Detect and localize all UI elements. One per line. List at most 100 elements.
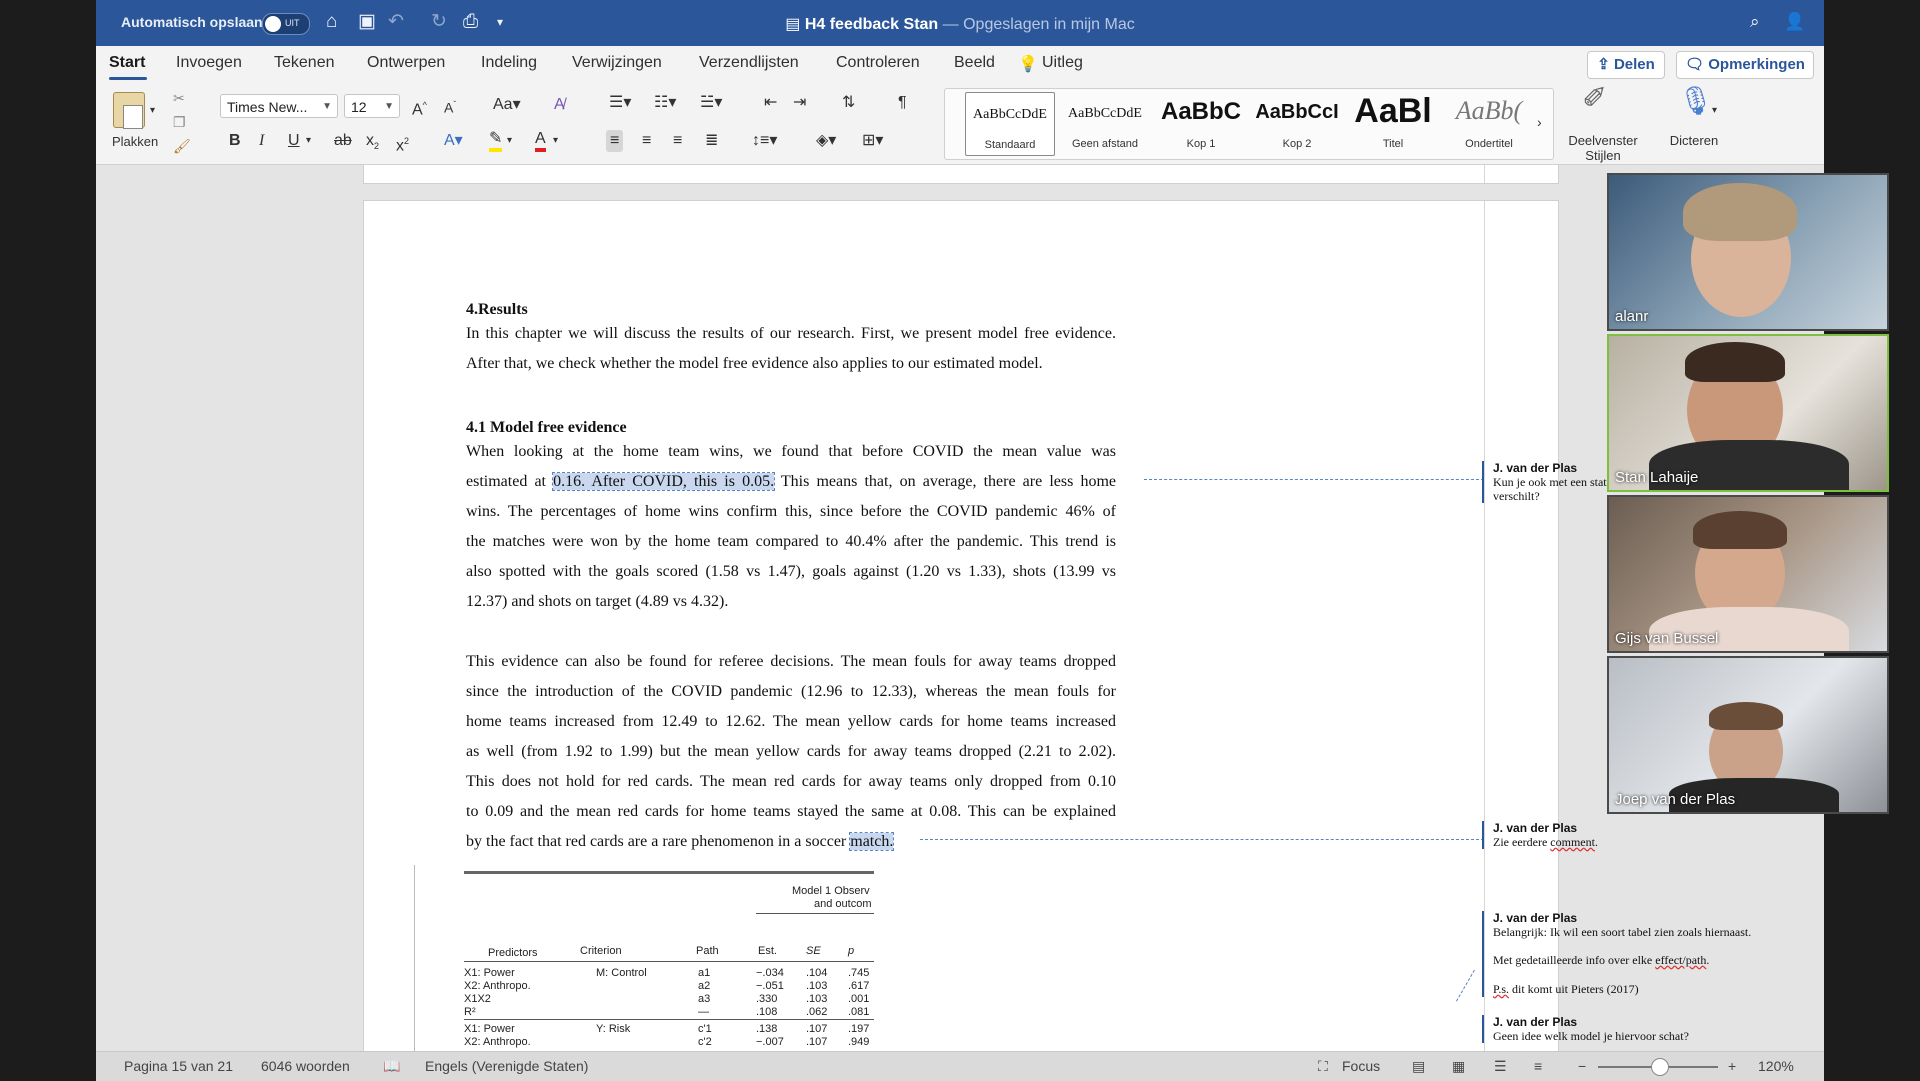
font-size-select[interactable]: 12 ▼: [344, 94, 400, 118]
tab-verzendlijsten[interactable]: Verzendlijsten: [699, 54, 799, 72]
justify-icon[interactable]: ≣: [705, 130, 718, 152]
sort-icon[interactable]: ⇅: [842, 92, 855, 114]
tab-tekenen[interactable]: Tekenen: [274, 54, 335, 72]
tab-controleren[interactable]: Controleren: [836, 54, 920, 72]
align-center-icon[interactable]: ≡: [642, 130, 651, 152]
tell-me-search[interactable]: Uitleg: [1042, 54, 1083, 72]
zoom-slider-handle[interactable]: [1651, 1058, 1669, 1076]
previous-page: [363, 165, 1559, 184]
shading-icon[interactable]: ◈▾: [816, 130, 836, 152]
table-cell: .197: [848, 1023, 870, 1035]
paragraph-line: home teams increased from 12.49 to 12.62…: [466, 713, 1116, 730]
dictate-label[interactable]: Dicteren: [1664, 133, 1724, 148]
chevron-down-icon[interactable]: ▾: [306, 130, 311, 152]
paste-dropdown-icon[interactable]: ▾: [150, 100, 155, 122]
search-icon[interactable]: ⌕: [1750, 10, 1760, 34]
spelling-error[interactable]: effect/path: [1655, 953, 1706, 967]
tab-verwijzingen[interactable]: Verwijzingen: [572, 54, 662, 72]
microphone-icon[interactable]: 🎙: [1678, 87, 1714, 115]
document-canvas[interactable]: 4.Results In this chapter we will discus…: [96, 165, 1824, 1051]
page-count[interactable]: Pagina 15 van 21: [124, 1058, 233, 1074]
strikethrough-icon[interactable]: ab: [334, 130, 352, 152]
text-effects-icon[interactable]: A▾: [444, 130, 463, 152]
borders-icon[interactable]: ⊞▾: [862, 130, 883, 152]
format-painter-icon[interactable]: 🖌: [173, 138, 191, 155]
zoom-in-icon[interactable]: +: [1728, 1058, 1736, 1074]
share-button[interactable]: ⇪ Delen: [1587, 51, 1665, 79]
tab-invoegen[interactable]: Invoegen: [176, 54, 242, 72]
style-titel[interactable]: AaBl Titel: [1349, 92, 1437, 154]
document-page[interactable]: 4.Results In this chapter we will discus…: [363, 200, 1751, 1051]
increase-indent-icon[interactable]: ⇥: [793, 92, 806, 114]
font-color-icon[interactable]: A: [535, 130, 546, 152]
commented-text[interactable]: match.: [849, 832, 895, 851]
chevron-down-icon[interactable]: ▾: [1712, 100, 1717, 122]
style-preview: AaBb(: [1455, 96, 1523, 125]
focus-icon[interactable]: ⛶: [1318, 1058, 1328, 1075]
spelling-error[interactable]: P.s.: [1493, 982, 1509, 996]
numbering-icon[interactable]: ☷▾: [654, 92, 676, 114]
style-kop-2[interactable]: AaBbCcI Kop 2: [1253, 92, 1341, 154]
comment-card[interactable]: J. van der Plas Geen idee welk model je …: [1482, 1015, 1783, 1043]
italic-icon[interactable]: I: [259, 130, 264, 152]
tab-indeling[interactable]: Indeling: [481, 54, 537, 72]
align-right-icon[interactable]: ≡: [673, 130, 682, 152]
video-tile-active-speaker[interactable]: Stan Lahaije: [1607, 334, 1889, 492]
grow-font-icon[interactable]: A^: [412, 94, 427, 121]
superscript-icon[interactable]: x2: [396, 130, 409, 157]
tab-ontwerpen[interactable]: Ontwerpen: [367, 54, 445, 72]
line-spacing-icon[interactable]: ↕≡▾: [752, 130, 777, 152]
highlight-icon[interactable]: ✎: [489, 130, 503, 152]
copy-icon[interactable]: ❐: [173, 114, 186, 131]
title-bar: Automatisch opslaan UIT ⌂ ▣ ↶ ↻ ⎙ ▾ ▤ H4…: [96, 0, 1824, 46]
bullets-icon[interactable]: ☰▾: [609, 92, 631, 114]
font-name-select[interactable]: Times New... ▼: [220, 94, 338, 118]
print-layout-icon[interactable]: ▤: [1412, 1058, 1425, 1075]
commented-text[interactable]: 0.16. After COVID, this is 0.05.: [552, 472, 776, 491]
chevron-down-icon[interactable]: ▾: [553, 130, 558, 152]
styles-pane-icon[interactable]: ✐: [1582, 84, 1607, 114]
chevron-down-icon[interactable]: ▾: [507, 130, 512, 152]
styles-pane-button[interactable]: Deelvenster Stijlen: [1564, 133, 1642, 163]
table-title: and outcom: [814, 898, 872, 910]
video-tile[interactable]: alanr: [1607, 173, 1889, 331]
zoom-out-icon[interactable]: −: [1578, 1058, 1586, 1074]
spelling-error[interactable]: comment: [1550, 835, 1595, 849]
zoom-level[interactable]: 120%: [1758, 1058, 1794, 1074]
subscript-icon[interactable]: x2: [366, 130, 379, 157]
paragraph-line: When looking at the home team wins, we f…: [466, 443, 1116, 460]
draft-view-icon[interactable]: ≡: [1534, 1058, 1542, 1074]
table-cell: −.051: [756, 980, 784, 992]
outline-view-icon[interactable]: ☰: [1494, 1058, 1507, 1075]
word-count[interactable]: 6046 woorden: [261, 1058, 350, 1074]
chevron-right-icon[interactable]: ›: [1537, 111, 1542, 133]
underline-icon[interactable]: U: [288, 130, 300, 152]
scissors-icon[interactable]: ✂: [173, 90, 185, 107]
web-layout-icon[interactable]: ▦: [1452, 1058, 1465, 1075]
user-icon[interactable]: 👤: [1784, 10, 1805, 34]
pilcrow-icon[interactable]: ¶: [898, 92, 907, 114]
clipboard-icon[interactable]: [113, 92, 145, 129]
tab-start[interactable]: Start: [109, 54, 145, 72]
language-indicator[interactable]: Engels (Verenigde Staten): [425, 1058, 588, 1074]
change-case-icon[interactable]: Aa▾: [493, 94, 521, 116]
style-ondertitel[interactable]: AaBb( Ondertitel: [1445, 92, 1533, 154]
style-geen-afstand[interactable]: AaBbCcDdE Geen afstand: [1061, 92, 1149, 154]
align-left-icon[interactable]: ≡: [606, 130, 624, 152]
decrease-indent-icon[interactable]: ⇤: [764, 92, 777, 114]
proofing-icon[interactable]: 📖: [383, 1058, 400, 1075]
multilevel-list-icon[interactable]: ☱▾: [700, 92, 722, 114]
tab-beeld[interactable]: Beeld: [954, 54, 995, 72]
style-kop-1[interactable]: AaBbC Kop 1: [1157, 92, 1245, 154]
clear-formatting-icon[interactable]: A̸: [554, 94, 565, 116]
bold-icon[interactable]: B: [229, 130, 241, 152]
style-standaard[interactable]: AaBbCcDdE Standaard: [965, 92, 1055, 156]
video-tile[interactable]: Joep van der Plas: [1607, 656, 1889, 814]
focus-mode-button[interactable]: Focus: [1342, 1058, 1380, 1074]
comment-card[interactable]: J. van der Plas Belangrijk: Ik wil een s…: [1482, 911, 1783, 997]
video-tile[interactable]: Gijs van Bussel: [1607, 495, 1889, 653]
comments-button[interactable]: 🗨 Opmerkingen: [1676, 51, 1814, 79]
comment-card[interactable]: J. van der Plas Zie eerdere comment.: [1482, 821, 1783, 849]
paragraph-line: as well (from 1.92 to 1.99) but the mean…: [466, 743, 1116, 760]
shrink-font-icon[interactable]: Aˇ: [444, 94, 456, 119]
